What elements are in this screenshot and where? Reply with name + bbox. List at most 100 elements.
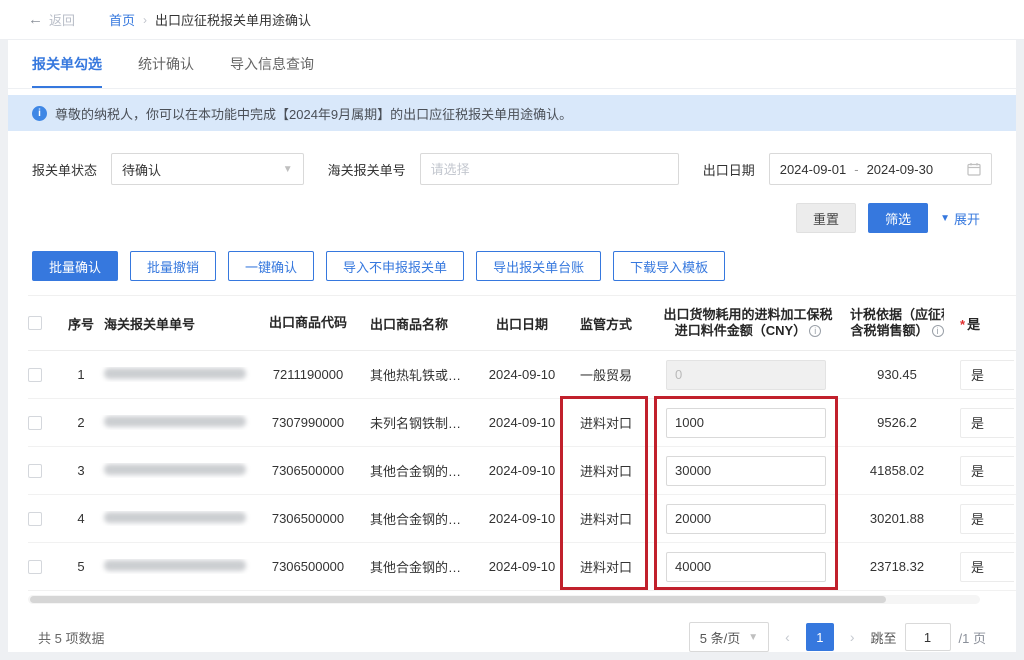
row-seq: 4 [64, 511, 98, 526]
breadcrumb-home-link[interactable]: 首页 [109, 10, 135, 29]
jump-to-page: 跳至 /1 页 [871, 623, 986, 651]
confirm-select[interactable]: 是 [960, 504, 1014, 534]
date-start-value: 2024-09-01 [780, 162, 847, 177]
tab-statistics-confirm[interactable]: 统计确认 [138, 54, 194, 88]
back-arrow-icon: ← [28, 11, 43, 28]
header-seq: 序号 [64, 314, 98, 333]
one-click-confirm-button[interactable]: 一键确认 [228, 251, 314, 281]
next-page-button[interactable]: › [848, 629, 857, 645]
commodity-name: 其他热轧铁或… [356, 365, 478, 384]
header-material-amount: 出口货物耗用的进料加工保税 进口料件金额（CNY）i [646, 307, 850, 339]
table-row: 5 7306500000 其他合金钢的… 2024-09-10 进料对口 237… [28, 543, 1016, 591]
commodity-name: 其他合金钢的… [356, 509, 478, 528]
date-filter-label: 出口日期 [703, 160, 755, 179]
header-supervision-mode: 监管方式 [566, 314, 646, 333]
row-checkbox[interactable] [28, 416, 42, 430]
top-bar: ← 返回 首页 › 出口应征税报关单用途确认 [0, 0, 1024, 40]
commodity-name: 其他合金钢的… [356, 461, 478, 480]
table-row: 4 7306500000 其他合金钢的… 2024-09-10 进料对口 302… [28, 495, 1016, 543]
status-filter-label: 报关单状态 [32, 160, 97, 179]
row-seq: 3 [64, 463, 98, 478]
tax-basis: 9526.2 [850, 415, 944, 430]
material-amount-input[interactable] [666, 504, 826, 534]
material-amount-input[interactable] [666, 360, 826, 390]
jump-page-input[interactable] [905, 623, 951, 651]
chevron-down-icon: ▼ [748, 632, 758, 643]
tax-basis: 930.45 [850, 367, 944, 382]
total-count-text: 共 5 项数据 [38, 628, 104, 647]
commodity-code: 7306500000 [260, 511, 356, 526]
commodity-code: 7306500000 [260, 463, 356, 478]
table-body: 1 7211190000 其他热轧铁或… 2024-09-10 一般贸易 930… [28, 351, 1016, 591]
supervision-mode: 进料对口 [566, 461, 646, 480]
tab-bar: 报关单勾选 统计确认 导入信息查询 [8, 40, 1016, 89]
status-select-value: 待确认 [122, 160, 161, 179]
declaration-number-input[interactable] [420, 153, 679, 185]
status-select[interactable]: 待确认 ▼ [111, 153, 304, 185]
action-buttons: 批量确认批量撤销一键确认导入不申报报关单导出报关单台账下载导入模板 [8, 251, 1016, 281]
commodity-name: 未列名钢铁制… [356, 413, 478, 432]
filter-button[interactable]: 筛选 [868, 203, 928, 233]
row-checkbox[interactable] [28, 368, 42, 382]
confirm-select[interactable]: 是 [960, 360, 1014, 390]
info-icon: i [32, 106, 47, 121]
back-button[interactable]: ← 返回 [28, 10, 75, 29]
filter-row: 报关单状态 待确认 ▼ 海关报关单号 出口日期 2024-09-01 - 202… [8, 153, 1016, 185]
material-amount-input[interactable] [666, 456, 826, 486]
info-circle-icon: i [809, 325, 821, 337]
material-amount-input[interactable] [666, 408, 826, 438]
header-commodity-code: 出口商品代码 [260, 315, 356, 331]
breadcrumb-separator: › [143, 13, 147, 27]
declaration-number-redacted [104, 464, 246, 475]
declarations-table: 序号 海关报关单单号 出口商品代码 出口商品名称 出口日期 监管方式 出口货物耗… [8, 295, 1016, 591]
row-checkbox[interactable] [28, 560, 42, 574]
chevron-down-icon: ▼ [940, 213, 950, 224]
import-undeclared-button[interactable]: 导入不申报报关单 [326, 251, 464, 281]
horizontal-scrollbar [28, 595, 980, 604]
tax-basis: 30201.88 [850, 511, 944, 526]
download-template-button[interactable]: 下载导入模板 [613, 251, 725, 281]
declaration-number-redacted [104, 560, 246, 571]
table-footer: 共 5 项数据 5 条/页 ▼ ‹ 1 › 跳至 /1 页 [8, 622, 1016, 652]
row-seq: 2 [64, 415, 98, 430]
export-date-range-picker[interactable]: 2024-09-01 - 2024-09-30 [769, 153, 992, 185]
commodity-code: 7307990000 [260, 415, 356, 430]
back-label: 返回 [49, 10, 75, 29]
export-date: 2024-09-10 [478, 559, 566, 574]
declaration-filter-label: 海关报关单号 [328, 160, 406, 179]
header-confirm: *是 [944, 314, 1014, 333]
page-number-button[interactable]: 1 [806, 623, 834, 651]
commodity-name: 其他合金钢的… [356, 557, 478, 576]
row-checkbox[interactable] [28, 464, 42, 478]
material-amount-input[interactable] [666, 552, 826, 582]
scrollbar-thumb[interactable] [30, 596, 886, 603]
page-title: 出口应征税报关单用途确认 [155, 10, 311, 29]
export-date: 2024-09-10 [478, 367, 566, 382]
batch-confirm-button[interactable]: 批量确认 [32, 251, 118, 281]
declaration-number-redacted [104, 368, 246, 379]
tax-basis: 23718.32 [850, 559, 944, 574]
jump-label: 跳至 [871, 628, 897, 647]
export-ledger-button[interactable]: 导出报关单台账 [476, 251, 601, 281]
expand-toggle[interactable]: ▼ 展开 [940, 209, 980, 228]
reset-button[interactable]: 重置 [796, 203, 856, 233]
page-size-value: 5 条/页 [700, 628, 740, 647]
row-seq: 5 [64, 559, 98, 574]
tab-import-info-query[interactable]: 导入信息查询 [230, 54, 314, 88]
date-separator: - [854, 162, 858, 177]
row-checkbox[interactable] [28, 512, 42, 526]
batch-cancel-button[interactable]: 批量撤销 [130, 251, 216, 281]
header-commodity-name: 出口商品名称 [356, 314, 478, 333]
tab-declaration-check[interactable]: 报关单勾选 [32, 54, 102, 88]
confirm-select[interactable]: 是 [960, 408, 1014, 438]
confirm-select[interactable]: 是 [960, 456, 1014, 486]
confirm-select[interactable]: 是 [960, 552, 1014, 582]
breadcrumb: 首页 › 出口应征税报关单用途确认 [109, 10, 311, 29]
expand-label: 展开 [954, 209, 980, 228]
export-date: 2024-09-10 [478, 511, 566, 526]
commodity-code: 7306500000 [260, 559, 356, 574]
prev-page-button[interactable]: ‹ [783, 629, 792, 645]
select-all-checkbox[interactable] [28, 316, 42, 330]
page-size-select[interactable]: 5 条/页 ▼ [689, 622, 769, 652]
supervision-mode: 一般贸易 [566, 365, 646, 384]
